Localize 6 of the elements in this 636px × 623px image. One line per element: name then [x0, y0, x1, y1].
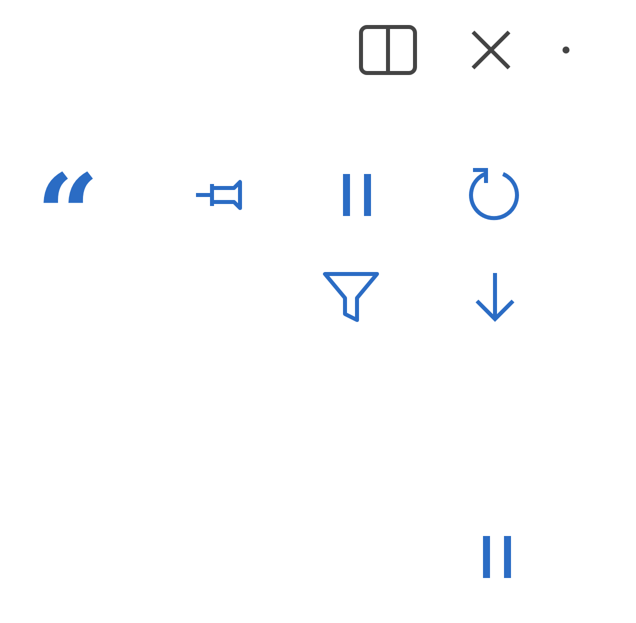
split-view-icon[interactable]	[358, 24, 418, 76]
down-arrow-icon[interactable]	[473, 271, 517, 323]
close-icon[interactable]	[470, 29, 512, 71]
quote-button[interactable]: “	[36, 163, 100, 227]
filter-icon[interactable]	[322, 270, 380, 324]
dot-icon[interactable]	[562, 46, 570, 54]
